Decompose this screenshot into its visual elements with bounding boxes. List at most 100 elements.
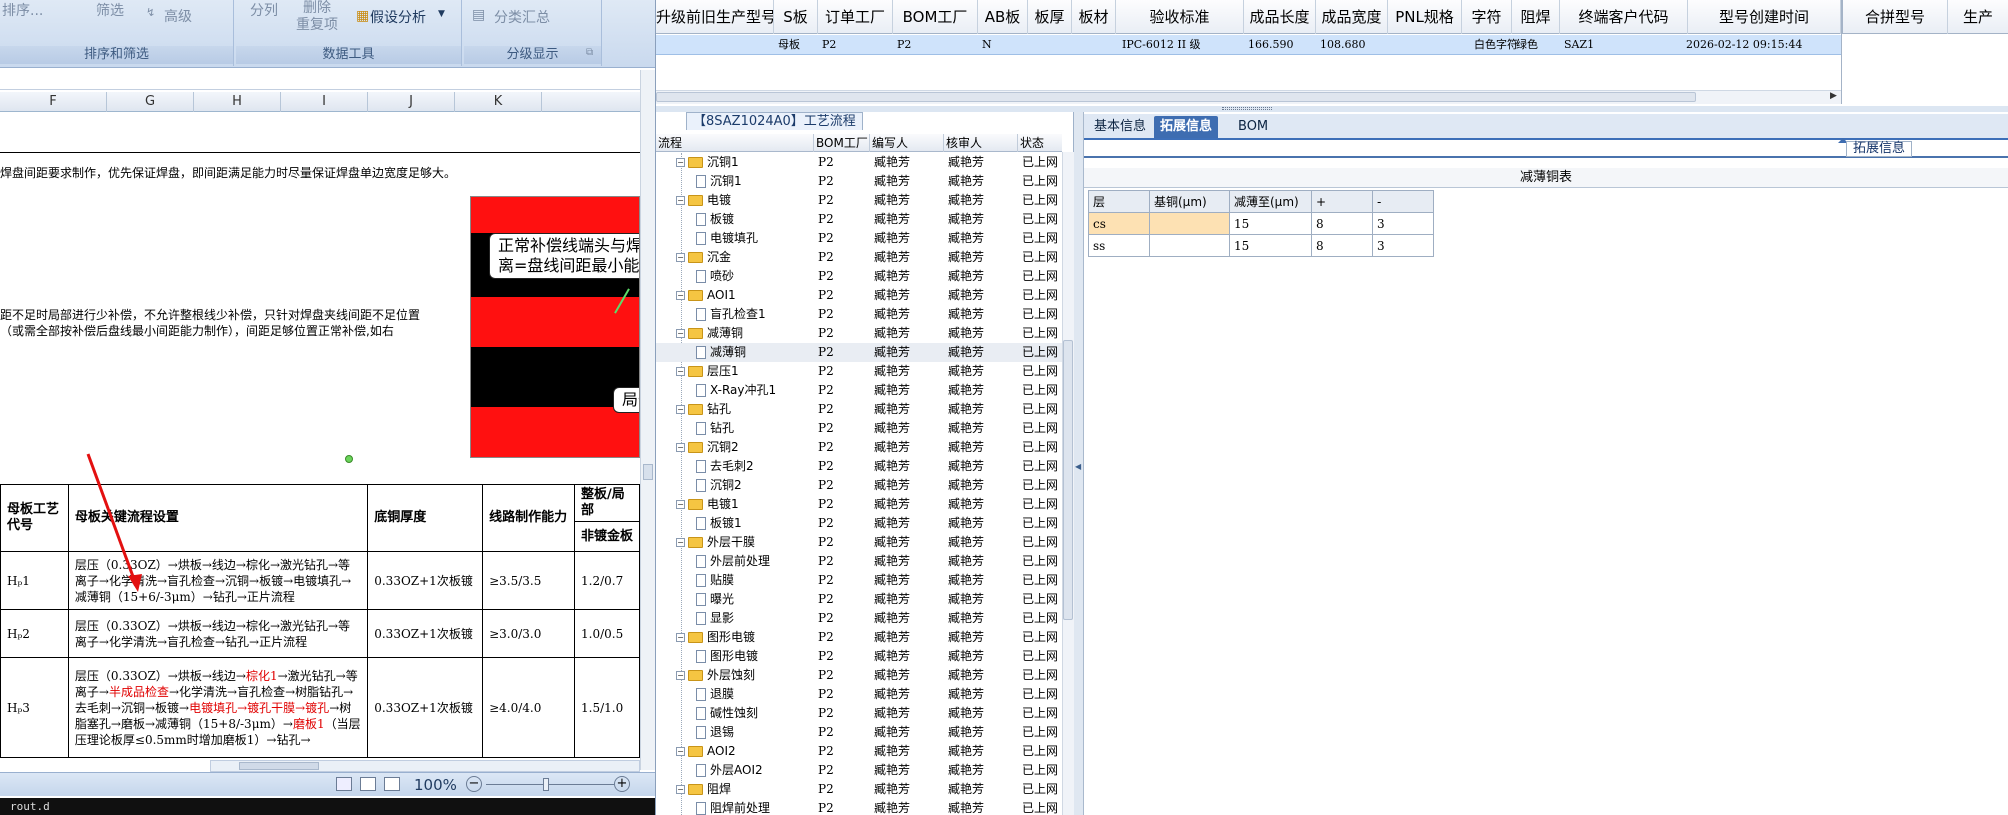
zoom-in-icon[interactable]: + (614, 776, 630, 792)
grid-column-header[interactable]: 成品长度 (1244, 0, 1316, 34)
tree-step-row[interactable]: 贴膜 P2 臧艳芳 臧艳芳 已上网 (656, 571, 1062, 590)
tree-column-header[interactable]: 状态 (1018, 134, 1062, 152)
zoom-slider-thumb[interactable] (543, 778, 549, 791)
tree-step-row[interactable]: X-Ray冲孔1 P2 臧艳芳 臧艳芳 已上网 (656, 381, 1062, 400)
tree-step-row[interactable]: 电镀填孔 P2 臧艳芳 臧艳芳 已上网 (656, 229, 1062, 248)
table-row[interactable]: ss 15 8 3 (1088, 234, 1434, 257)
tree-step-row[interactable]: 钻孔 P2 臧艳芳 臧艳芳 已上网 (656, 419, 1062, 438)
tree-column-header[interactable]: 流程 (656, 134, 814, 152)
tree-step-row[interactable]: 喷砂 P2 臧艳芳 臧艳芳 已上网 (656, 267, 1062, 286)
column-header[interactable]: K (455, 92, 542, 112)
tree-step-row[interactable]: 板镀1 P2 臧艳芳 臧艳芳 已上网 (656, 514, 1062, 533)
collapse-toggle-icon[interactable]: − (676, 158, 685, 167)
collapse-toggle-icon[interactable]: − (676, 633, 685, 642)
grid-column-header[interactable]: 终端客户代码 (1560, 0, 1688, 34)
tree-step-row[interactable]: 沉铜1 P2 臧艳芳 臧艳芳 已上网 (656, 172, 1062, 191)
grid-column-header[interactable]: 字符 (1462, 0, 1512, 34)
collapse-toggle-icon[interactable]: − (676, 367, 685, 376)
zoom-slider-track[interactable] (486, 784, 614, 785)
scroll-thumb[interactable] (239, 762, 319, 770)
scroll-right-icon[interactable]: ▶ (1830, 91, 1837, 101)
normal-view-icon[interactable] (336, 777, 352, 791)
compensation-diagram[interactable]: 正常补偿线端头与焊 离=盘线间距最小能 局部 (470, 196, 640, 458)
tree-step-row[interactable]: 外层AOI2 P2 臧艳芳 臧艳芳 已上网 (656, 761, 1062, 780)
collapse-toggle-icon[interactable]: − (676, 329, 685, 338)
grid-column-header[interactable]: S板 (774, 0, 818, 34)
column-header[interactable]: I (281, 92, 368, 112)
column-header[interactable]: H (194, 92, 281, 112)
page-layout-icon[interactable] (360, 777, 376, 791)
tab-basic-info[interactable]: 基本信息 (1088, 116, 1152, 138)
grid-column-header[interactable]: 阻焊 (1512, 0, 1560, 34)
grid-column-header[interactable]: 升级前旧生产型号 (656, 0, 774, 34)
table-header[interactable]: + (1311, 190, 1373, 213)
dialog-launcher-icon[interactable]: ⧉ (586, 47, 593, 58)
collapse-toggle-icon[interactable]: − (676, 538, 685, 547)
tree-step-row[interactable]: 退膜 P2 臧艳芳 臧艳芳 已上网 (656, 685, 1062, 704)
tree-step-row[interactable]: 盲孔检查1 P2 臧艳芳 臧艳芳 已上网 (656, 305, 1062, 324)
collapse-toggle-icon[interactable]: − (676, 443, 685, 452)
scroll-thumb[interactable] (656, 92, 1696, 102)
tree-group-row[interactable]: − AOI1 P2 臧艳芳 臧艳芳 已上网 (656, 286, 1062, 305)
tree-step-row[interactable]: 退锡 P2 臧艳芳 臧艳芳 已上网 (656, 723, 1062, 742)
grid-column-header[interactable]: 成品宽度 (1316, 0, 1388, 34)
tree-group-row[interactable]: − 图形电镀 P2 臧艳芳 臧艳芳 已上网 (656, 628, 1062, 647)
vertical-scrollbar[interactable] (640, 70, 655, 770)
tree-column-header[interactable]: 编写人 (870, 134, 944, 152)
tree-step-row[interactable]: 显影 P2 臧艳芳 臧艳芳 已上网 (656, 609, 1062, 628)
collapse-toggle-icon[interactable]: − (676, 747, 685, 756)
grid-column-header[interactable]: BOM工厂 (893, 0, 978, 34)
scroll-thumb[interactable] (1063, 340, 1073, 620)
grid-column-header[interactable]: 订单工厂 (818, 0, 893, 34)
grid-column-header[interactable]: 合拼型号 (1842, 0, 1948, 34)
grid-column-header[interactable]: AB板 (978, 0, 1028, 34)
tree-group-row[interactable]: − AOI2 P2 臧艳芳 臧艳芳 已上网 (656, 742, 1062, 761)
tree-step-row[interactable]: 减薄铜 P2 臧艳芳 臧艳芳 已上网 (656, 343, 1062, 362)
tree-column-header[interactable]: 核审人 (944, 134, 1018, 152)
collapse-toggle-icon[interactable]: − (676, 405, 685, 414)
tree-group-row[interactable]: − 沉铜2 P2 臧艳芳 臧艳芳 已上网 (656, 438, 1062, 457)
rotate-handle-icon[interactable] (345, 455, 353, 463)
grid-column-header[interactable]: 板厚 (1028, 0, 1072, 34)
table-row[interactable]: cs 15 8 3 (1088, 212, 1434, 235)
tree-group-row[interactable]: − 电镀1 P2 臧艳芳 臧艳芳 已上网 (656, 495, 1062, 514)
tree-group-row[interactable]: − 减薄铜 P2 臧艳芳 臧艳芳 已上网 (656, 324, 1062, 343)
tree-group-row[interactable]: − 外层蚀刻 P2 臧艳芳 臧艳芳 已上网 (656, 666, 1062, 685)
advanced-filter-button[interactable]: 高级 (164, 6, 192, 26)
whatif-analysis-button[interactable]: 假设分析 (370, 7, 426, 27)
formula-bar[interactable]: ⇵ (0, 70, 655, 90)
remove-duplicates-button[interactable]: 删除 重复项 (296, 0, 338, 34)
grid-row-selected[interactable]: 母板 P2 P2 N IPC-6012 II 级 166.590 108.680… (656, 35, 1841, 55)
sort-button[interactable]: 排序... (2, 0, 43, 20)
vertical-splitter[interactable]: ◀ (1074, 112, 1084, 815)
taskbar-item[interactable]: rout.d (10, 800, 50, 813)
tree-step-row[interactable]: 曝光 P2 臧艳芳 臧艳芳 已上网 (656, 590, 1062, 609)
grid-column-header[interactable]: 型号创建时间 (1688, 0, 1841, 34)
grid-column-header[interactable]: 生产 (1948, 0, 2008, 34)
tree-step-row[interactable]: 阻焊前处理 P2 臧艳芳 臧艳芳 已上网 (656, 799, 1062, 815)
table-header[interactable]: 基铜(μm) (1149, 190, 1230, 213)
tree-step-row[interactable]: 图形电镀 P2 臧艳芳 臧艳芳 已上网 (656, 647, 1062, 666)
horizontal-scrollbar[interactable] (210, 760, 640, 772)
collapse-toggle-icon[interactable]: − (676, 785, 685, 794)
tab-extended-info[interactable]: 拓展信息 (1154, 116, 1219, 138)
tree-group-row[interactable]: − 外层干膜 P2 臧艳芳 臧艳芳 已上网 (656, 533, 1062, 552)
column-header[interactable]: F (0, 92, 107, 112)
collapse-toggle-icon[interactable]: − (676, 291, 685, 300)
tree-group-row[interactable]: − 电镀 P2 臧艳芳 臧艳芳 已上网 (656, 191, 1062, 210)
grid-column-header[interactable]: 验收标准 (1116, 0, 1244, 34)
tree-column-header[interactable]: BOM工厂 (814, 134, 870, 152)
collapse-toggle-icon[interactable]: − (676, 253, 685, 262)
tree-step-row[interactable]: 外层前处理 P2 臧艳芳 臧艳芳 已上网 (656, 552, 1062, 571)
tree-step-row[interactable]: 板镀 P2 臧艳芳 臧艳芳 已上网 (656, 210, 1062, 229)
subtotal-button[interactable]: 分类汇总 (494, 7, 550, 27)
tree-step-row[interactable]: 沉铜2 P2 臧艳芳 臧艳芳 已上网 (656, 476, 1062, 495)
page-break-icon[interactable] (384, 777, 400, 791)
table-header[interactable]: 减薄至(μm) (1229, 190, 1312, 213)
text-to-columns-button[interactable]: 分列 (250, 0, 278, 20)
scroll-thumb[interactable] (643, 464, 653, 480)
tab-bom[interactable]: BOM (1232, 116, 1274, 138)
zoom-level[interactable]: 100% (414, 776, 457, 794)
collapse-toggle-icon[interactable]: − (676, 196, 685, 205)
tree-group-row[interactable]: − 阻焊 P2 臧艳芳 臧艳芳 已上网 (656, 780, 1062, 799)
